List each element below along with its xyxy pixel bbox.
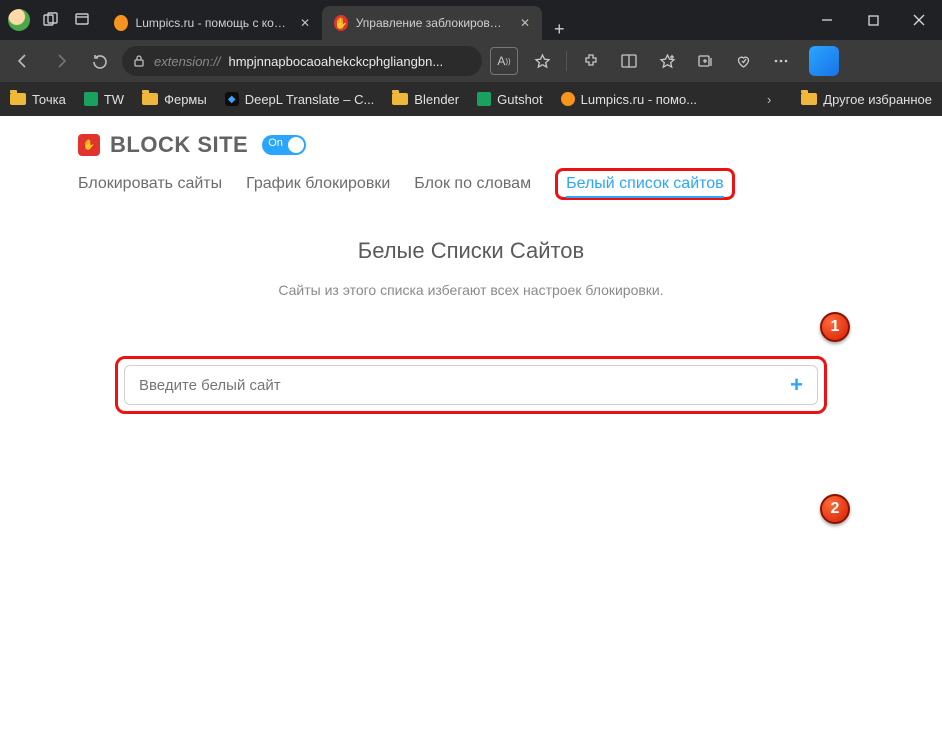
extensions-icon[interactable] [577, 47, 605, 75]
favicon-icon [561, 92, 575, 106]
app-brand: BLOCK SITE [110, 132, 248, 158]
bookmark-label: Gutshot [497, 92, 543, 107]
tab-block-words[interactable]: Блок по словам [414, 171, 531, 197]
lock-icon [132, 54, 146, 68]
sheet-icon [84, 92, 98, 106]
favorite-icon[interactable] [528, 47, 556, 75]
tab-whitelist[interactable]: Белый список сайтов [566, 171, 724, 198]
address-toolbar: extension:// hmpjnnapbocaoahekckcphgliang… [0, 40, 942, 82]
split-screen-icon[interactable] [615, 47, 643, 75]
maximize-button[interactable] [850, 0, 896, 40]
tab-schedule[interactable]: График блокировки [246, 171, 390, 197]
highlight-box-2: + [115, 356, 827, 414]
close-icon[interactable]: ✕ [520, 16, 530, 30]
browser-tab-active[interactable]: ✋ Управление заблокированными ✕ [322, 6, 542, 40]
bookmark-item[interactable]: Blender [392, 92, 459, 107]
bookmark-label: Blender [414, 92, 459, 107]
tab-actions-icon[interactable] [72, 9, 94, 31]
more-icon[interactable] [767, 47, 795, 75]
toggle-label: On [268, 137, 283, 149]
bookmark-item[interactable]: TW [84, 92, 124, 107]
whitelist-input[interactable] [139, 377, 790, 394]
deepl-icon: ◆ [225, 92, 239, 106]
bookmark-label: Фермы [164, 92, 207, 107]
master-toggle[interactable]: On [262, 135, 306, 155]
browser-essentials-icon[interactable] [729, 47, 757, 75]
browser-tab-inactive[interactable]: Lumpics.ru - помощь с компьюте ✕ [102, 6, 322, 40]
folder-icon [10, 93, 26, 105]
folder-icon [801, 93, 817, 105]
annotation-marker-2: 2 [820, 494, 850, 524]
back-button[interactable] [8, 46, 38, 76]
bookmarks-bar: Точка TW Фермы ◆ DeepL Translate – C... B… [0, 82, 942, 116]
app-nav-tabs: Блокировать сайты График блокировки Блок… [0, 168, 942, 200]
tab-block-sites[interactable]: Блокировать сайты [78, 171, 222, 197]
new-tab-button[interactable]: + [542, 19, 577, 40]
sheet-icon [477, 92, 491, 106]
favicon-icon: ✋ [334, 15, 348, 31]
tab-title: Lumpics.ru - помощь с компьюте [136, 16, 288, 30]
refresh-button[interactable] [84, 46, 114, 76]
close-window-button[interactable] [896, 0, 942, 40]
url-protocol: extension:// [154, 54, 221, 69]
bookmark-label: DeepL Translate – C... [245, 92, 375, 107]
address-bar[interactable]: extension:// hmpjnnapbocaoahekckcphgliang… [122, 46, 482, 76]
favorites-menu-icon[interactable] [653, 47, 681, 75]
forward-button[interactable] [46, 46, 76, 76]
profile-avatar[interactable] [8, 9, 30, 31]
window-titlebar: Lumpics.ru - помощь с компьюте ✕ ✋ Управ… [0, 0, 942, 40]
close-icon[interactable]: ✕ [300, 16, 310, 30]
url-host: hmpjnnapbocaoahekckcphgliangbn... [229, 54, 444, 69]
page-subtitle: Сайты из этого списка избегают всех наст… [0, 282, 942, 298]
page-content: ✋ BLOCK SITE On Блокировать сайты График… [0, 116, 942, 740]
chevron-right-icon[interactable]: › [767, 92, 771, 107]
minimize-button[interactable] [804, 0, 850, 40]
bookmark-item[interactable]: Точка [10, 92, 66, 107]
bookmark-item[interactable]: Gutshot [477, 92, 543, 107]
annotation-marker-1: 1 [820, 312, 850, 342]
page-title: Белые Списки Сайтов [0, 238, 942, 264]
collections-icon[interactable] [691, 47, 719, 75]
toolbar-actions: A)) [490, 46, 839, 76]
bookmark-item[interactable]: ◆ DeepL Translate – C... [225, 92, 375, 107]
folder-icon [142, 93, 158, 105]
read-aloud-icon[interactable]: A)) [490, 47, 518, 75]
copilot-button[interactable] [809, 46, 839, 76]
bookmark-label: TW [104, 92, 124, 107]
folder-icon [392, 93, 408, 105]
tab-title: Управление заблокированными [356, 16, 508, 30]
app-logo-icon: ✋ [78, 134, 100, 156]
highlight-box-1: Белый список сайтов [555, 168, 735, 200]
bookmark-label: Lumpics.ru - помо... [581, 92, 697, 107]
bookmark-label: Другое избранное [823, 92, 932, 107]
workspaces-icon[interactable] [40, 9, 62, 31]
browser-tabs: Lumpics.ru - помощь с компьюте ✕ ✋ Управ… [102, 0, 804, 40]
bookmark-item[interactable]: Фермы [142, 92, 207, 107]
bookmark-item[interactable]: Lumpics.ru - помо... [561, 92, 697, 107]
bookmark-label: Точка [32, 92, 66, 107]
add-button[interactable]: + [790, 374, 803, 396]
bookmark-other-favorites[interactable]: Другое избранное [801, 92, 932, 107]
favicon-icon [114, 15, 128, 31]
toggle-knob-icon [288, 137, 304, 153]
